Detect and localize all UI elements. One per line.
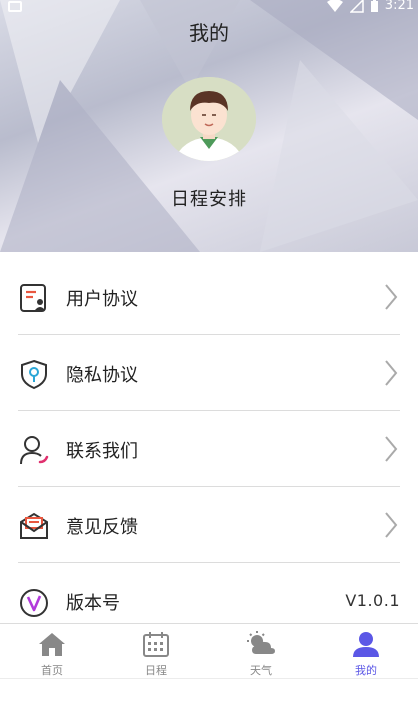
profile-name: 日程安排 [171,189,247,210]
tab-weather[interactable]: 天气 [209,624,313,679]
menu-item-label: 联系我们 [66,441,138,462]
status-bar: 3:21 [0,0,418,14]
menu-item-label: 用户协议 [66,289,138,310]
no-signal-icon [349,0,364,13]
user-agreement-icon [20,284,46,312]
chevron-right-icon [385,512,398,538]
profile-header-background: 3:21 我的 日程安排 [0,0,418,252]
bottom-divider [0,678,418,679]
tab-label: 我的 [355,664,377,677]
page-title: 我的 [189,21,229,45]
chevron-right-icon [385,360,398,386]
menu-item-label: 意见反馈 [66,517,138,538]
status-time: 3:21 [384,0,414,13]
bottom-tab-bar: 首页 日程 天气 我的 [0,623,418,678]
menu-item-privacy-agreement[interactable]: 隐私协议 [0,334,418,410]
avatar[interactable] [162,77,256,161]
contact-person-icon [20,436,49,465]
tab-home[interactable]: 首页 [0,624,104,679]
menu-item-label: 隐私协议 [66,365,138,386]
menu-item-user-agreement[interactable]: 用户协议 [0,258,418,334]
tab-label: 日程 [145,664,167,677]
version-v-icon [20,589,48,617]
profile-icon [353,632,379,657]
battery-icon [370,0,378,12]
menu-item-label: 版本号 [66,593,120,614]
tab-label: 首页 [41,664,63,677]
chevron-right-icon [385,436,398,462]
gallery-notification-icon [8,1,22,12]
calendar-icon [143,632,169,657]
tab-label: 天气 [250,664,272,677]
feedback-mail-icon [20,512,48,539]
menu-item-feedback[interactable]: 意见反馈 [0,486,418,562]
avatar-illustration [162,77,256,161]
chevron-right-icon [385,284,398,310]
privacy-shield-icon [21,359,47,390]
wifi-icon [326,0,343,12]
tab-mine[interactable]: 我的 [314,624,418,679]
menu-item-contact-us[interactable]: 联系我们 [0,410,418,486]
tab-schedule[interactable]: 日程 [104,624,208,679]
weather-icon [247,631,275,654]
version-value: V1.0.1 [345,591,400,610]
home-icon [39,633,65,656]
